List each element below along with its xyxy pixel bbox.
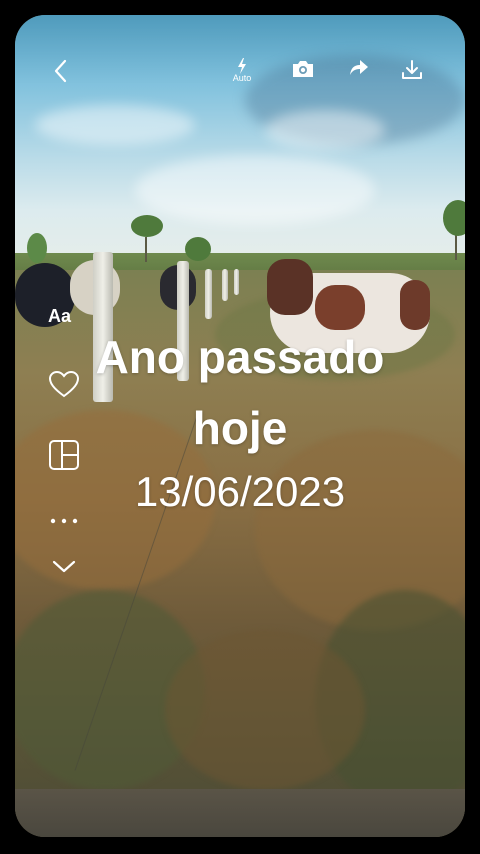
overlay-title-line1: Ano passado [95,331,385,383]
chevron-left-icon [54,59,67,83]
flash-button[interactable]: Auto [232,58,252,83]
bottom-bar [15,789,465,837]
flash-mode-label: Auto [232,73,252,83]
cow-head [267,259,313,315]
fence-post [234,269,239,295]
back-button[interactable] [52,58,70,84]
download-icon [402,60,422,79]
share-arrow-icon [350,60,368,75]
collapse-button[interactable] [48,556,80,580]
fence-post [222,269,228,301]
share-button[interactable] [348,58,370,78]
overlay-date: 13/06/2023 [134,468,346,515]
camera-icon [293,61,313,77]
chevron-down-icon [52,560,76,573]
camera-button[interactable] [290,58,316,80]
overlay-title-line2: hoje [192,402,288,454]
fence-post [205,269,212,319]
text-style-button[interactable]: Aa [48,306,71,327]
flash-auto-icon [238,58,246,74]
download-button[interactable] [400,58,424,82]
